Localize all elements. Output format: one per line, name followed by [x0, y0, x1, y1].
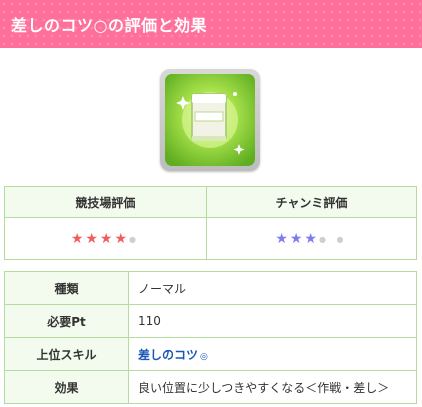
skill-info-table: 種類 ノーマル 必要Pt 110 上位スキル 差しのコツ ◎ 効果 良い位置に少し… [4, 271, 417, 404]
type-label: 種類 [4, 271, 129, 305]
arena-stars-empty: ● [129, 234, 140, 244]
green-book-icon [165, 74, 255, 166]
skill-icon-frame [160, 69, 260, 171]
page-header: 差しのコツ○の評価と効果 [0, 0, 422, 48]
champion-stars-empty: ● ● [318, 234, 348, 244]
table-row: 効果 良い位置に少しつきやすくなる＜作戦・差し＞ [4, 370, 417, 404]
required-pt-value: 110 [128, 304, 417, 338]
upper-skill-cell: 差しのコツ ◎ [128, 337, 417, 371]
arena-rating-cell: ★★★★● [4, 217, 207, 260]
effect-label: 効果 [4, 370, 129, 404]
upper-skill-label: 上位スキル [4, 337, 129, 371]
champion-evaluation-header: チャンミ評価 [205, 186, 418, 218]
table-row: 種類 ノーマル [4, 271, 417, 305]
arena-evaluation-header: 競技場評価 [4, 186, 207, 218]
table-row: 上位スキル 差しのコツ ◎ [4, 337, 417, 371]
table-row: 必要Pt 110 [4, 304, 417, 338]
champion-stars-filled: ★★★ [275, 230, 319, 247]
upper-skill-link[interactable]: 差しのコツ [138, 348, 198, 362]
effect-value: 良い位置に少しつきやすくなる＜作戦・差し＞ [128, 370, 417, 404]
evaluation-table: 競技場評価 チャンミ評価 ★★★★● ★★★● ● [4, 186, 418, 260]
double-circle-icon: ◎ [200, 351, 208, 362]
type-value: ノーマル [128, 271, 417, 305]
arena-stars-filled: ★★★★ [70, 230, 130, 247]
page-title: 差しのコツ○の評価と効果 [11, 16, 207, 35]
champion-rating-cell: ★★★● ● [205, 217, 418, 260]
required-pt-label: 必要Pt [4, 304, 129, 338]
